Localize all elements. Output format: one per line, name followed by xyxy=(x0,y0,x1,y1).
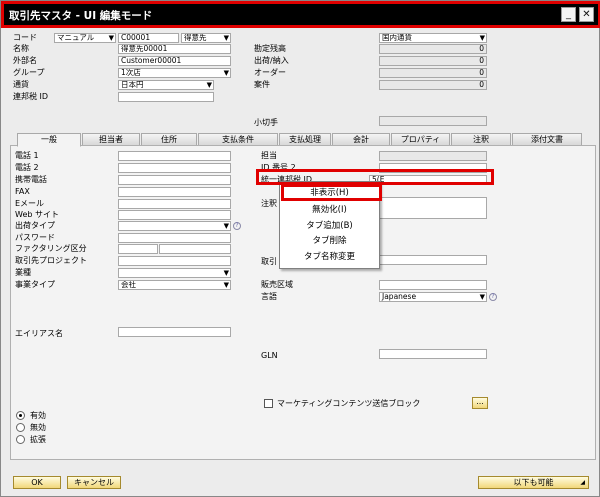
language-select[interactable]: Japanese ▼ xyxy=(379,292,487,302)
ok-button[interactable]: OK xyxy=(13,476,61,489)
balance-label: 勘定残高 xyxy=(254,44,286,53)
factoring-label: ファクタリング区分 xyxy=(15,244,87,253)
advanced-label: 拡張 xyxy=(30,435,46,444)
orders-label: オーダー xyxy=(254,68,286,77)
factoring-code-input[interactable] xyxy=(118,244,158,254)
advanced-radio[interactable] xyxy=(16,435,25,444)
language-label: 言語 xyxy=(261,292,277,301)
business-type-label: 事業タイプ xyxy=(15,280,55,289)
menu-item-add-tab[interactable]: タブ追加(B) xyxy=(280,221,379,232)
active-radio[interactable] xyxy=(16,411,25,420)
code-label: コード xyxy=(13,33,37,42)
buyer-label: 取引 xyxy=(261,257,277,266)
orders-field: 0 xyxy=(379,68,487,78)
check-field xyxy=(379,116,487,126)
gln-label: GLN xyxy=(261,351,278,360)
menu-item-disable[interactable]: 無効化(I) xyxy=(280,205,379,216)
tab-general[interactable]: 一般 xyxy=(17,133,81,147)
title-bar: 取引先マスタ - UI 編集モード _ ✕ xyxy=(1,1,600,28)
fax-input[interactable] xyxy=(118,187,231,197)
website-label: Web サイト xyxy=(15,210,59,219)
inactive-label: 無効 xyxy=(30,423,46,432)
name-label: 名称 xyxy=(13,44,29,53)
industry-select[interactable]: ▼ xyxy=(118,268,231,278)
project-input[interactable] xyxy=(118,256,231,266)
partner-type-select[interactable]: 得意先 ▼ xyxy=(181,33,231,43)
factoring-name-input[interactable] xyxy=(159,244,231,254)
tel1-input[interactable] xyxy=(118,151,231,161)
shipments-field: 0 xyxy=(379,56,487,66)
close-button[interactable]: ✕ xyxy=(579,7,594,22)
remarks-textarea[interactable] xyxy=(379,197,487,219)
mobile-input[interactable] xyxy=(118,175,231,185)
email-label: Eメール xyxy=(15,199,45,208)
remarks-label: 注釈 xyxy=(261,199,277,208)
alias-label: エイリアス名 xyxy=(15,329,63,338)
industry-label: 業種 xyxy=(15,268,31,277)
currency-select[interactable]: 日本円 ▼ xyxy=(118,80,214,90)
sales-area-input[interactable] xyxy=(379,280,487,290)
project-label: 取引先プロジェクト xyxy=(15,256,87,265)
code-mode-select[interactable]: マニュアル ▼ xyxy=(54,33,116,43)
tel1-label: 電話 1 xyxy=(15,151,39,160)
region-select[interactable]: 国内通貨 ▼ xyxy=(379,33,487,43)
info-icon[interactable]: ? xyxy=(489,293,497,301)
check-label: 小切手 xyxy=(254,118,278,127)
marketing-block-label: マーケティングコンテンツ送信ブロック xyxy=(277,399,421,408)
highlight-hide-item xyxy=(281,184,382,201)
foreign-name-label: 外部名 xyxy=(13,56,37,65)
business-type-select[interactable]: 会社 ▼ xyxy=(118,280,231,290)
copy-to-button[interactable]: 以下も可能 ◢ xyxy=(478,476,589,489)
mobile-label: 携帯電話 xyxy=(15,175,47,184)
menu-item-rename-tab[interactable]: タブ名称変更 xyxy=(280,252,379,263)
marketing-ellipsis-button[interactable]: ... xyxy=(472,397,488,409)
fax-label: FAX xyxy=(15,187,30,196)
name-input[interactable]: 得意先00001 xyxy=(118,44,231,54)
highlight-unified-tax-row xyxy=(256,169,494,185)
sales-area-label: 販売区域 xyxy=(261,280,293,289)
tel2-input[interactable] xyxy=(118,163,231,173)
tax-id-input[interactable] xyxy=(118,92,214,102)
active-label: 有効 xyxy=(30,411,46,420)
balance-field: 0 xyxy=(379,44,487,54)
email-input[interactable] xyxy=(118,199,231,209)
marketing-block-checkbox[interactable] xyxy=(264,399,273,408)
window-title: 取引先マスタ - UI 編集モード xyxy=(9,10,153,22)
menu-item-delete-tab[interactable]: タブ削除 xyxy=(280,236,379,247)
ship-type-label: 出荷タイプ xyxy=(15,221,55,230)
contact-field xyxy=(379,151,487,161)
group-label: グループ xyxy=(13,68,45,77)
minimize-button[interactable]: _ xyxy=(561,7,576,22)
currency-label: 通貨 xyxy=(13,80,29,89)
password-label: パスワード xyxy=(15,233,55,242)
shipments-label: 出荷/納入 xyxy=(254,56,289,65)
inactive-radio[interactable] xyxy=(16,423,25,432)
info-icon[interactable]: ? xyxy=(233,222,241,230)
foreign-name-input[interactable]: Customer00001 xyxy=(118,56,231,66)
tax-id-label: 連邦税 ID xyxy=(13,92,49,101)
group-select[interactable]: 1次店 ▼ xyxy=(118,68,231,78)
password-input[interactable] xyxy=(118,233,231,243)
contact-label: 担当 xyxy=(261,151,277,160)
cancel-button[interactable]: キャンセル xyxy=(67,476,121,489)
tel2-label: 電話 2 xyxy=(15,163,39,172)
ship-type-select[interactable]: ▼ xyxy=(118,221,231,231)
gln-input[interactable] xyxy=(379,349,487,359)
opportunities-field: 0 xyxy=(379,80,487,90)
buyer-input[interactable] xyxy=(379,255,487,265)
code-input[interactable]: C00001 xyxy=(118,33,179,43)
alias-input[interactable] xyxy=(118,327,231,337)
website-input[interactable] xyxy=(118,210,231,220)
business-partner-window: 取引先マスタ - UI 編集モード _ ✕ コード マニュアル ▼ C00001 … xyxy=(0,0,600,497)
opportunities-label: 案件 xyxy=(254,80,270,89)
